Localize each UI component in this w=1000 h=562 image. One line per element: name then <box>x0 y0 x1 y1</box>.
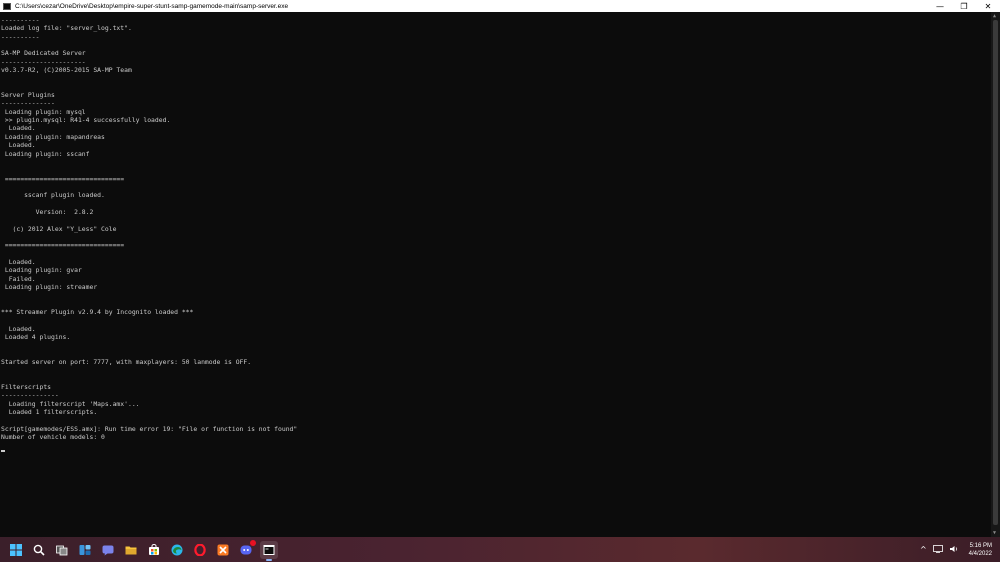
console-line: Loading plugin: gvar <box>1 266 82 275</box>
console-line: Loaded 4 plugins. <box>1 333 71 342</box>
close-button[interactable]: ✕ <box>976 0 1000 12</box>
console-line: Loaded 1 filterscripts. <box>1 408 98 417</box>
discord-icon[interactable] <box>237 539 256 559</box>
console-line: =============================== <box>1 241 125 250</box>
clock[interactable]: 5:16 PM 4/4/2022 <box>969 542 992 558</box>
volume-icon[interactable] <box>949 545 959 555</box>
widgets-icon[interactable] <box>76 541 94 559</box>
window-title: C:\Users\cezar\OneDrive\Desktop\empire-s… <box>15 2 289 10</box>
notification-badge <box>250 539 256 546</box>
console-line: Version: 2.8.2 <box>1 207 94 216</box>
scrollbar-thumb[interactable] <box>993 20 998 525</box>
console-line: Failed. <box>1 274 36 283</box>
xampp-icon[interactable] <box>214 541 232 559</box>
text-cursor <box>1 450 5 452</box>
edge-icon[interactable] <box>168 541 186 559</box>
window-controls: — ❐ ✕ <box>928 0 1000 12</box>
console-line: Filterscripts <box>1 383 52 392</box>
title-bar[interactable]: C:\Users\cezar\OneDrive\Desktop\empire-s… <box>0 0 1000 12</box>
taskbar: ^ 5:16 PM 4/4/2022 <box>0 537 1000 562</box>
console-line: --------------- <box>1 391 59 400</box>
start-icon[interactable] <box>7 541 25 559</box>
console-text: ---------- Loaded log file: "server_log.… <box>0 12 991 442</box>
console-line: Loading plugin: mysql <box>1 107 86 116</box>
console-line: Loaded. <box>1 124 36 133</box>
console-window-icon <box>3 2 11 10</box>
console-line: Loaded. <box>1 324 36 333</box>
console-line: Loaded. <box>1 257 36 266</box>
file-explorer-icon[interactable] <box>122 541 140 559</box>
close-icon: ✕ <box>984 1 992 11</box>
console-line: Loading plugin: streamer <box>1 283 98 291</box>
console-line: sscanf plugin loaded. <box>1 191 105 200</box>
tray-chevron-icon[interactable]: ^ <box>920 545 927 554</box>
minimize-button[interactable]: — <box>928 0 952 12</box>
console-line: v0.3.7-R2, (C)2005-2015 SA-MP Team <box>1 66 132 75</box>
store-icon[interactable] <box>145 541 163 559</box>
console-line: -------------- <box>1 99 55 108</box>
system-tray: ^ 5:16 PM 4/4/2022 <box>920 537 992 562</box>
console-line: Loading plugin: sscanf <box>1 149 90 158</box>
console-line: ---------- <box>1 16 40 24</box>
clock-date: 4/4/2022 <box>968 550 992 557</box>
console-app-icon[interactable] <box>260 540 278 561</box>
scroll-down-icon[interactable]: ▼ <box>993 530 996 536</box>
chat-icon[interactable] <box>99 541 117 559</box>
console-line: Server Plugins <box>1 91 55 100</box>
vertical-scrollbar[interactable]: ▲ ▼ <box>991 12 1000 537</box>
console-line: Script[gamemodes/ESS.amx]: Run time erro… <box>1 424 298 433</box>
task-view-icon[interactable] <box>53 541 71 559</box>
console-line: ---------- <box>1 32 40 41</box>
console-line: *** Streamer Plugin v2.9.4 by Incognito … <box>1 308 194 317</box>
console-output[interactable]: ---------- Loaded log file: "server_log.… <box>0 12 991 537</box>
console-line: (c) 2012 Alex "Y_Less" Cole <box>1 224 117 233</box>
restore-button[interactable]: ❐ <box>952 0 976 12</box>
console-line: Started server on port: 7777, with maxpl… <box>1 358 252 367</box>
console-line: >> plugin.mysql: R41-4 successfully load… <box>1 116 171 125</box>
console-line: Loaded log file: "server_log.txt". <box>1 24 132 33</box>
taskbar-pinned-apps <box>7 539 278 561</box>
console-line: =============================== <box>1 174 125 183</box>
console-line: Loading filterscript 'Maps.amx'... <box>1 399 140 408</box>
scroll-up-icon[interactable]: ▲ <box>993 13 996 19</box>
display-icon[interactable] <box>932 544 943 555</box>
console-line: SA-MP Dedicated Server <box>1 49 86 58</box>
minimize-icon: — <box>936 1 944 11</box>
restore-icon: ❐ <box>960 1 968 11</box>
search-icon[interactable] <box>30 541 48 559</box>
console-line: Loading plugin: mapandreas <box>1 132 105 141</box>
console-line: Loaded. <box>1 141 36 150</box>
clock-time: 5:16 PM <box>969 542 992 549</box>
opera-icon[interactable] <box>191 541 209 559</box>
console-line: Number of vehicle models: 0 <box>1 433 105 442</box>
console-line: ---------------------- <box>1 57 86 66</box>
